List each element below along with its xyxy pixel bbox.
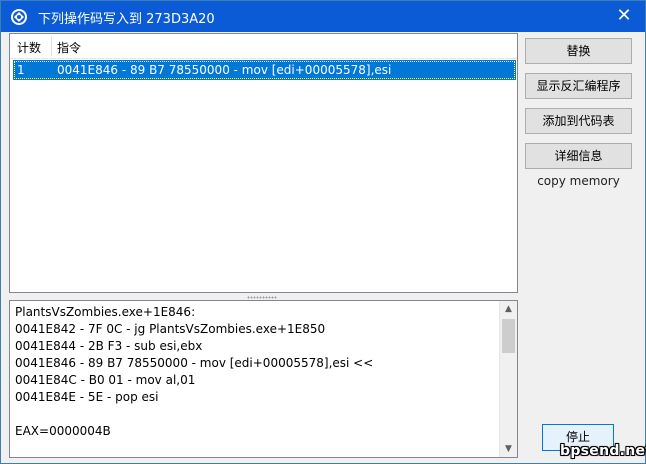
list-row-selected[interactable]: 1 0041E846 - 89 B7 78550000 - mov [edi+0…: [13, 60, 516, 80]
disasm-line: 0041E84E - 5E - pop esi: [15, 390, 159, 404]
disasm-line: 0041E844 - 2B F3 - sub esi,ebx: [15, 339, 203, 353]
scroll-up-icon[interactable]: ▲: [500, 301, 517, 317]
disasm-line: 0041E842 - 7F 0C - jg PlantsVsZombies.ex…: [15, 322, 326, 336]
list-header: 计数 指令: [10, 34, 517, 59]
close-icon[interactable]: ✕: [613, 5, 635, 27]
scroll-thumb[interactable]: [502, 319, 515, 353]
disasm-scrollbar[interactable]: ▲ ▼: [499, 301, 517, 457]
column-header-count[interactable]: 计数: [17, 39, 41, 56]
panel-splitter-grip[interactable]: [247, 296, 277, 299]
instruction-list[interactable]: 计数 指令 1 0041E846 - 89 B7 78550000 - mov …: [9, 33, 518, 293]
opcode-writers-dialog: 下列操作码写入到 273D3A20 ✕ 计数 指令 1 0041E846 - 8…: [0, 0, 646, 464]
row-instruction: 0041E846 - 89 B7 78550000 - mov [edi+000…: [57, 63, 392, 77]
disasm-line: PlantsVsZombies.exe+1E846:: [15, 305, 196, 319]
more-info-button[interactable]: 详细信息: [525, 143, 632, 169]
show-disassembler-button[interactable]: 显示反汇编程序: [525, 73, 632, 99]
row-count: 1: [17, 63, 25, 77]
copy-memory-label[interactable]: copy memory: [525, 174, 632, 188]
replace-button[interactable]: 替换: [525, 38, 632, 64]
cheat-engine-icon: [11, 9, 27, 25]
title-bar[interactable]: 下列操作码写入到 273D3A20 ✕: [1, 1, 645, 32]
disasm-line: 0041E84C - B0 01 - mov al,01: [15, 373, 196, 387]
disasm-line: 0041E846 - 89 B7 78550000 - mov [edi+000…: [15, 356, 374, 370]
scroll-down-icon[interactable]: ▼: [500, 441, 517, 457]
column-separator[interactable]: [51, 36, 52, 56]
watermark-logo: bpsend.net: [560, 443, 646, 459]
column-header-instruction[interactable]: 指令: [57, 39, 81, 56]
disasm-line: EAX=0000004B: [15, 424, 111, 438]
window-title: 下列操作码写入到 273D3A20: [38, 12, 215, 27]
disassembly-view[interactable]: PlantsVsZombies.exe+1E846: 0041E842 - 7F…: [9, 300, 518, 458]
add-to-codelist-button[interactable]: 添加到代码表: [525, 108, 632, 134]
